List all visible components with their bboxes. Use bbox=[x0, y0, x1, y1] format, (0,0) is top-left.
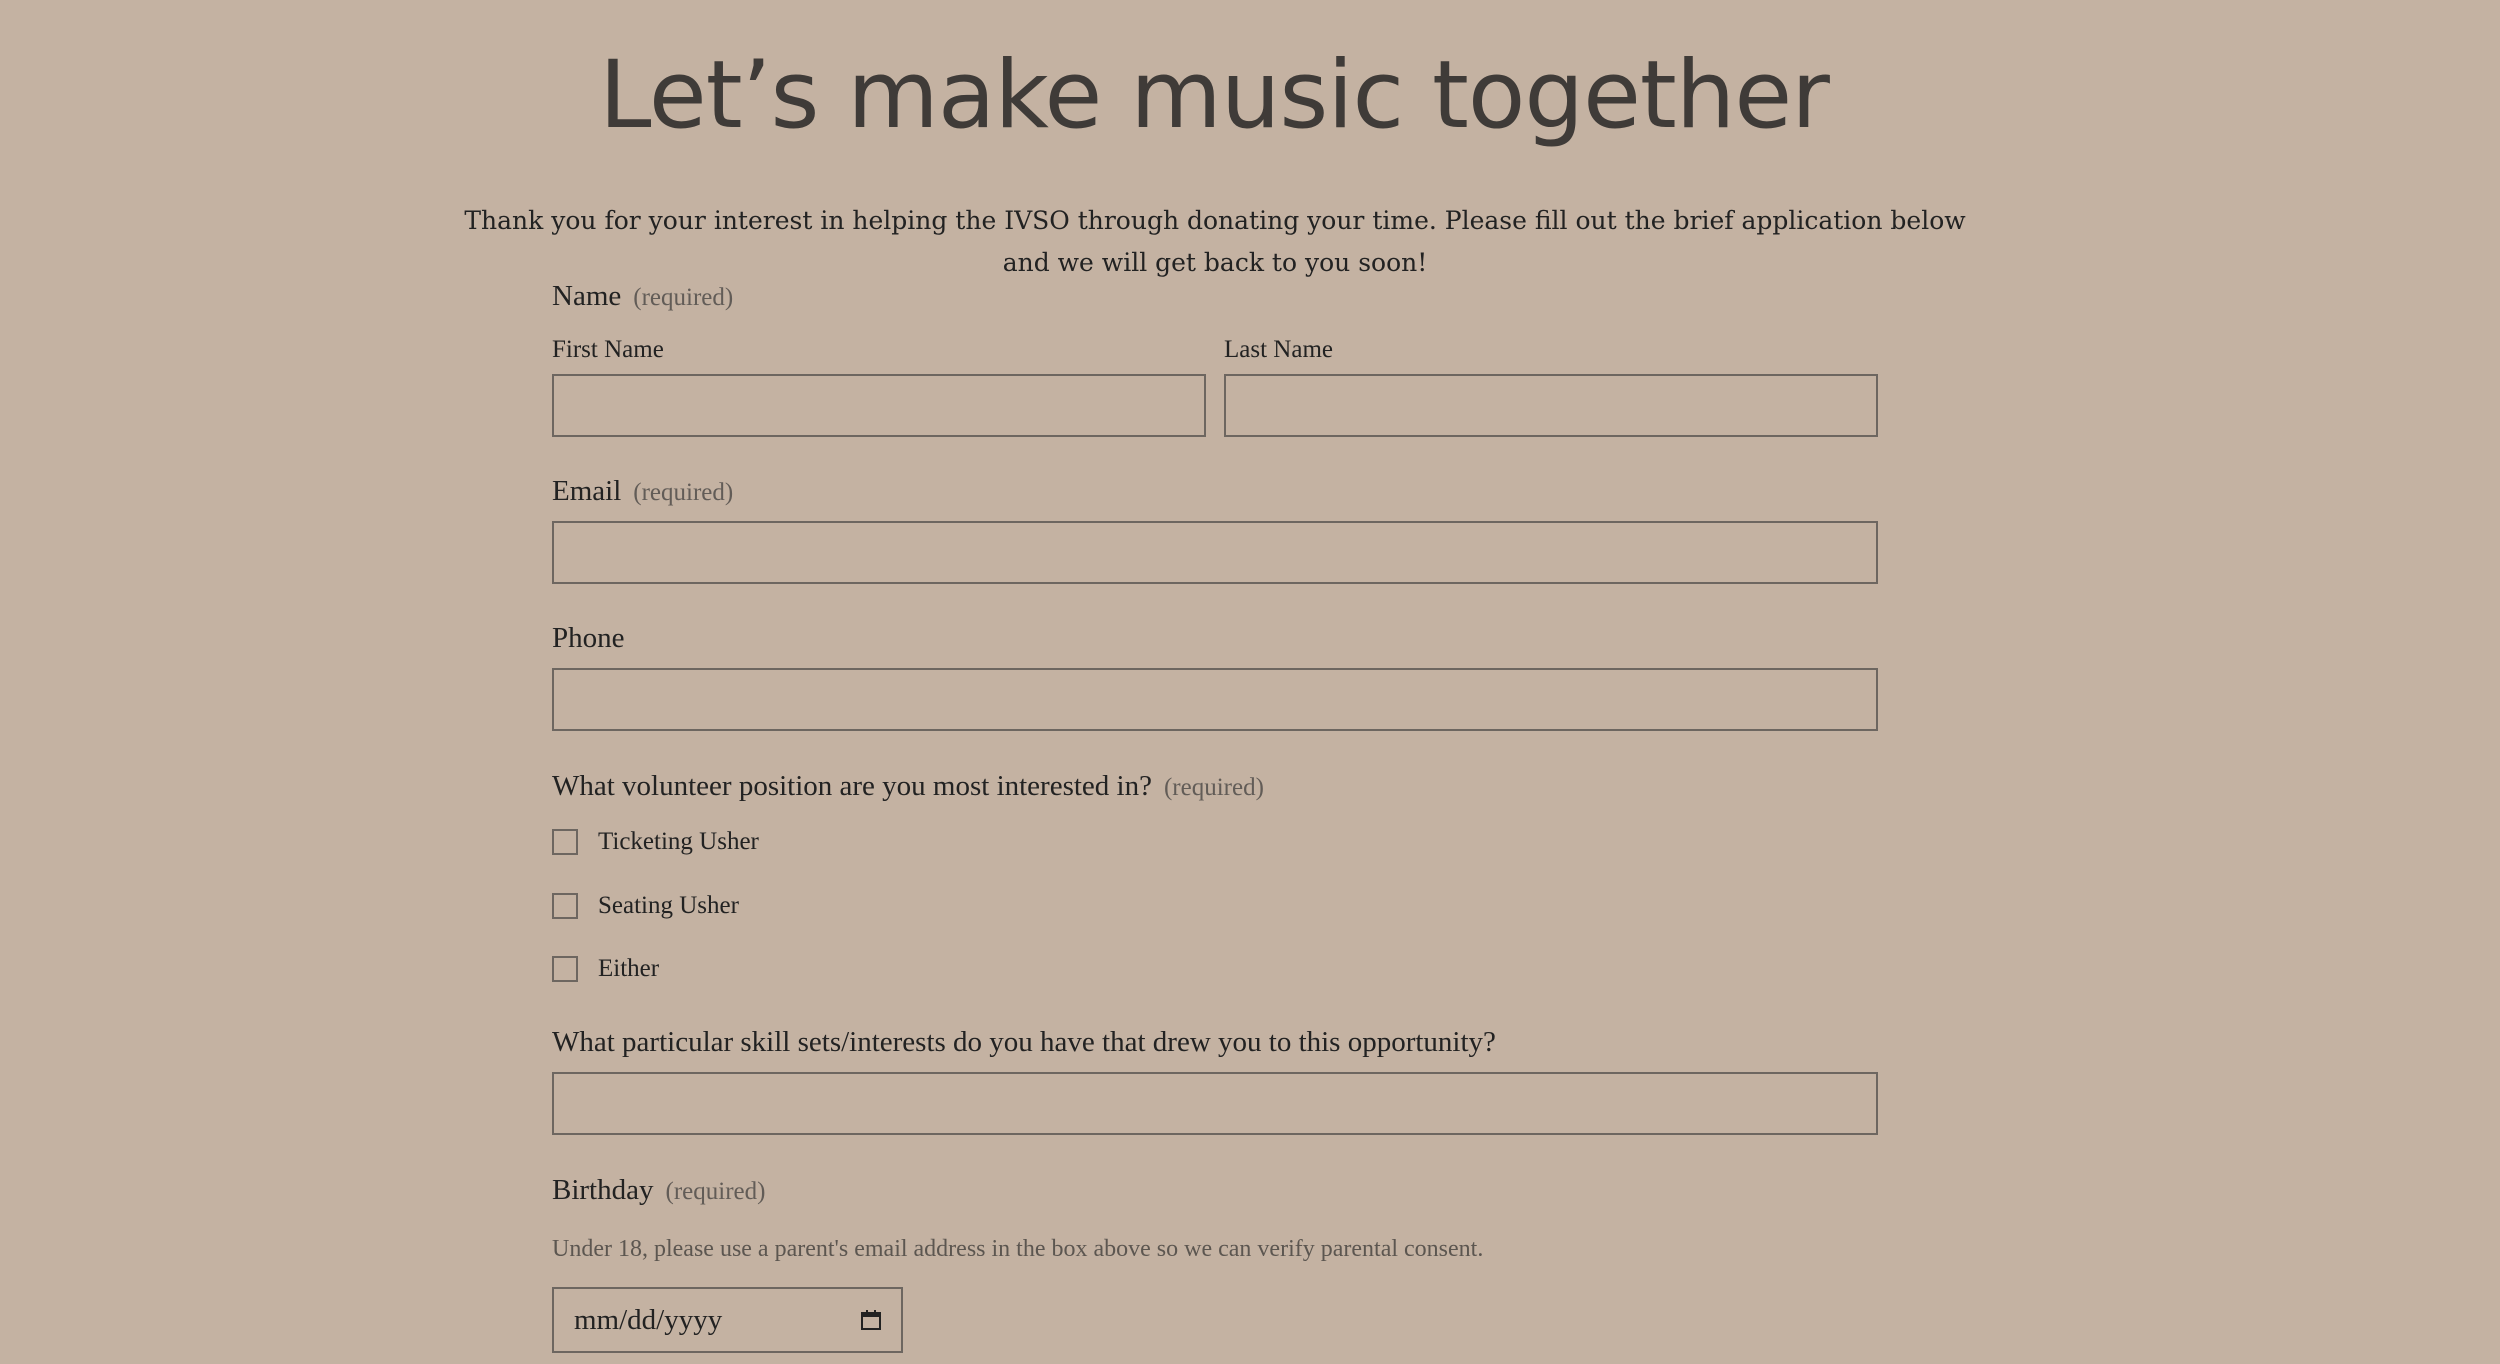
birthday-label-text: Birthday bbox=[552, 1174, 654, 1206]
page-title: Let’s make music together bbox=[599, 41, 1830, 150]
checkbox-label: Ticketing Usher bbox=[598, 828, 759, 855]
skills-input[interactable] bbox=[552, 1072, 1878, 1135]
position-label-text: What volunteer position are you most int… bbox=[552, 770, 1152, 802]
calendar-icon[interactable] bbox=[859, 1308, 883, 1332]
required-indicator: (required) bbox=[633, 284, 734, 311]
checkbox-label: Either bbox=[598, 955, 660, 982]
checkbox-seating-usher[interactable]: Seating Usher bbox=[552, 891, 739, 921]
name-label-text: Name bbox=[552, 280, 622, 312]
checkbox-label: Seating Usher bbox=[598, 892, 739, 919]
checkbox[interactable] bbox=[552, 956, 578, 982]
checkbox-either[interactable]: Either bbox=[552, 954, 659, 984]
last-name-label: Last Name bbox=[1224, 336, 1333, 363]
skills-label: What particular skill sets/interests do … bbox=[552, 1026, 1496, 1059]
position-label: What volunteer position are you most int… bbox=[552, 770, 1264, 803]
birthday-help-text: Under 18, please use a parent's email ad… bbox=[552, 1236, 1484, 1262]
first-name-label: First Name bbox=[552, 336, 664, 363]
birthday-label: Birthday (required) bbox=[552, 1174, 765, 1207]
date-placeholder: mm/dd/yyyy bbox=[574, 1303, 723, 1336]
birthday-date-input[interactable]: mm/dd/yyyy bbox=[552, 1287, 903, 1353]
email-label: Email (required) bbox=[552, 475, 733, 508]
email-input[interactable] bbox=[552, 521, 1878, 584]
required-indicator: (required) bbox=[1163, 774, 1264, 801]
phone-label: Phone bbox=[552, 622, 625, 655]
last-name-input[interactable] bbox=[1224, 374, 1878, 437]
phone-label-text: Phone bbox=[552, 622, 625, 654]
checkbox[interactable] bbox=[552, 893, 578, 919]
skills-label-text: What particular skill sets/interests do … bbox=[552, 1026, 1496, 1058]
required-indicator: (required) bbox=[665, 1178, 766, 1205]
phone-input[interactable] bbox=[552, 668, 1878, 731]
email-label-text: Email bbox=[552, 475, 622, 507]
checkbox-ticketing-usher[interactable]: Ticketing Usher bbox=[552, 827, 759, 857]
first-name-input[interactable] bbox=[552, 374, 1206, 437]
required-indicator: (required) bbox=[633, 479, 734, 506]
name-label: Name (required) bbox=[552, 280, 733, 313]
intro-text: Thank you for your interest in helping t… bbox=[464, 206, 1966, 277]
checkbox[interactable] bbox=[552, 829, 578, 855]
